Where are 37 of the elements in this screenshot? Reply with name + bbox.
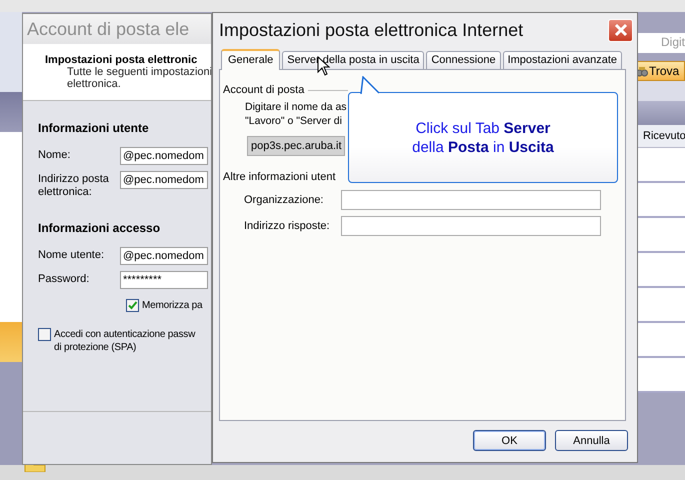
field-label: Nome: <box>38 148 72 162</box>
close-icon <box>614 23 628 37</box>
checkbox[interactable] <box>38 328 51 341</box>
instruction-text: "Lavoro" o "Server di <box>244 114 342 128</box>
group-title: Altre informazioni utent <box>223 171 336 183</box>
field-label: Organizzazione: <box>244 194 324 206</box>
header-text: elettronica. <box>66 78 122 90</box>
dialog-title: Account di posta ele <box>23 14 211 44</box>
section-title: Informazioni utente <box>38 121 150 135</box>
field-label: Nome utente: <box>38 248 106 262</box>
dialog-title: Impostazioni posta elettronica Internet <box>219 20 524 40</box>
section-title: Informazioni accesso <box>38 221 162 235</box>
close-button[interactable] <box>608 18 633 42</box>
input-field[interactable] <box>341 216 601 236</box>
header-title: Impostazioni posta elettronic <box>45 54 198 66</box>
field-label: Password: <box>38 272 90 286</box>
tab[interactable]: Generale <box>221 49 280 70</box>
input-field[interactable]: @pec.nomedom <box>120 171 208 189</box>
instruction-text: Digitare il nome da as <box>244 100 347 114</box>
server-field[interactable]: pop3s.pec.aruba.it <box>247 136 345 156</box>
input-field[interactable]: @pec.nomedom <box>120 247 208 265</box>
input-field[interactable] <box>341 190 601 210</box>
input-field[interactable]: ********* <box>120 271 208 289</box>
checkbox[interactable] <box>126 299 139 312</box>
cancel-button[interactable]: Annulla <box>555 430 628 451</box>
ok-button[interactable]: OK <box>473 430 546 451</box>
group-title: Account di posta <box>223 84 304 96</box>
checkbox-label: Accedi con autenticazione passw di protezione (SPA) <box>54 328 196 354</box>
check-icon <box>127 300 138 311</box>
tab[interactable]: Impostazioni avanzate <box>502 51 622 69</box>
field-label: Indirizzo risposte: <box>244 220 331 232</box>
input-field[interactable]: @pec.nomedom <box>120 147 208 165</box>
tab[interactable]: Connessione <box>426 51 501 69</box>
checkbox-label: Memorizza pa <box>142 299 202 312</box>
callout-text: Click sul Tab Server della Posta in Uscita <box>412 118 554 156</box>
field-label: Indirizzo posta elettronica: <box>38 172 110 199</box>
header-text: Tutte le seguenti impostazioni <box>66 66 211 78</box>
